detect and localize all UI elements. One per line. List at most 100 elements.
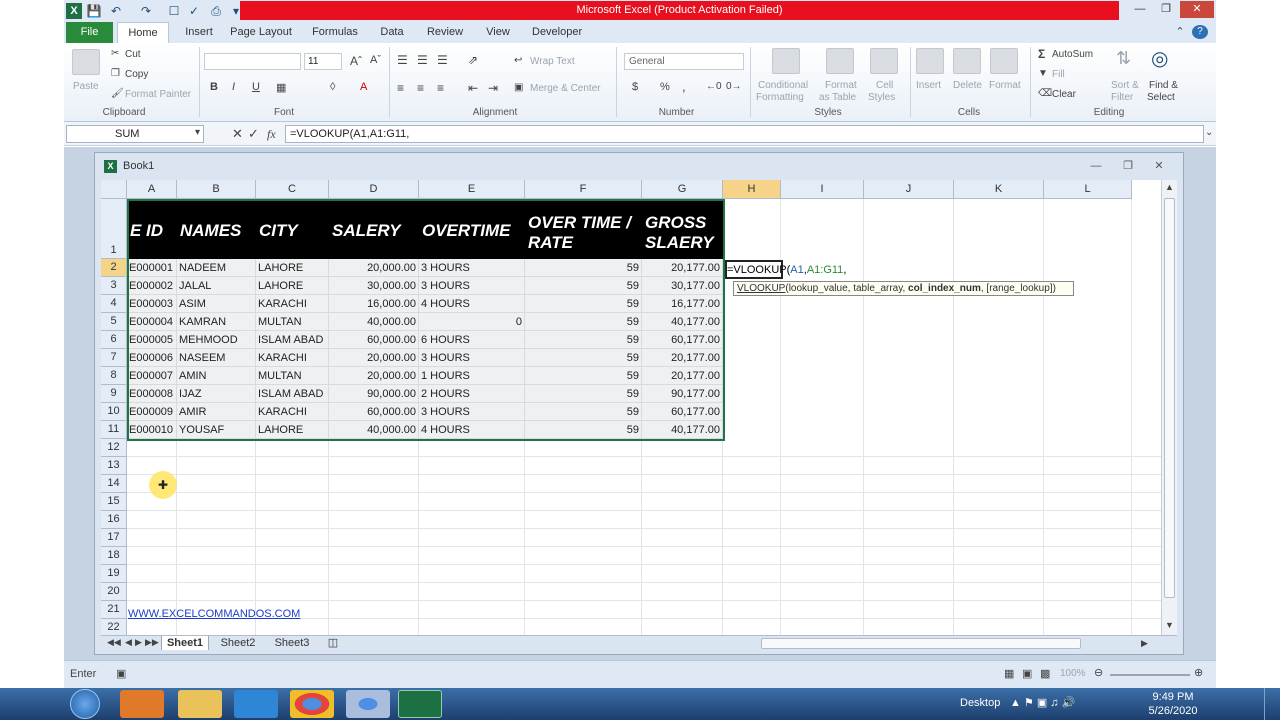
- table-cell[interactable]: 30,000.00: [329, 277, 419, 295]
- spelling-icon[interactable]: ✓: [186, 3, 202, 19]
- table-cell[interactable]: ISLAM ABAD: [256, 331, 329, 349]
- merge-center-button[interactable]: Merge & Center: [530, 83, 601, 94]
- page-layout-view-icon[interactable]: ▣: [1022, 667, 1032, 680]
- column-header-k[interactable]: K: [954, 180, 1044, 199]
- save-icon[interactable]: 💾: [86, 3, 102, 19]
- table-header-cell[interactable]: OVERTIME: [419, 199, 525, 259]
- table-cell[interactable]: 20,000.00: [329, 259, 419, 277]
- cut-button[interactable]: Cut: [125, 49, 141, 60]
- orientation-icon[interactable]: ⇗: [468, 53, 478, 67]
- table-cell[interactable]: JALAL: [177, 277, 256, 295]
- zoom-slider[interactable]: [1110, 674, 1190, 676]
- row-header-5[interactable]: 5: [101, 313, 127, 331]
- fill-color-icon[interactable]: ◊: [330, 81, 335, 93]
- internet-explorer-icon[interactable]: [234, 690, 278, 718]
- tab-file[interactable]: File: [66, 22, 113, 43]
- table-cell[interactable]: IJAZ: [177, 385, 256, 403]
- table-cell[interactable]: KARACHI: [256, 403, 329, 421]
- table-cell[interactable]: 20,177.00: [642, 367, 723, 385]
- minimize-icon[interactable]: —: [1128, 1, 1152, 18]
- grow-font-icon[interactable]: Aˆ: [350, 54, 362, 68]
- table-cell[interactable]: KARACHI: [256, 349, 329, 367]
- sheet-tab-sheet1[interactable]: Sheet1: [161, 636, 209, 650]
- insert-cells-icon[interactable]: [916, 48, 944, 74]
- row-header-20[interactable]: 20: [101, 583, 127, 601]
- table-cell[interactable]: 2 HOURS: [419, 385, 525, 403]
- font-name-select[interactable]: [204, 53, 301, 70]
- tab-insert[interactable]: Insert: [176, 22, 222, 43]
- expand-formula-icon[interactable]: ⌄: [1205, 127, 1213, 138]
- tab-formulas[interactable]: Formulas: [309, 22, 361, 43]
- row-header-21[interactable]: 21: [101, 601, 127, 619]
- print-preview-icon[interactable]: ⎙: [208, 3, 224, 19]
- increase-indent-icon[interactable]: ⇥: [488, 81, 498, 95]
- table-cell[interactable]: 20,000.00: [329, 349, 419, 367]
- table-cell[interactable]: 3 HOURS: [419, 403, 525, 421]
- formatting-label[interactable]: Formatting: [756, 92, 804, 103]
- help-icon[interactable]: ?: [1192, 25, 1208, 39]
- workbook-restore-icon[interactable]: ❐: [1119, 158, 1137, 174]
- table-cell[interactable]: KARACHI: [256, 295, 329, 313]
- row-header-6[interactable]: 6: [101, 331, 127, 349]
- table-cell[interactable]: 1 HOURS: [419, 367, 525, 385]
- table-cell[interactable]: 59: [525, 403, 642, 421]
- table-cell[interactable]: 59: [525, 277, 642, 295]
- table-cell[interactable]: AMIN: [177, 367, 256, 385]
- table-cell[interactable]: NASEEM: [177, 349, 256, 367]
- horizontal-scroll-thumb[interactable]: [761, 638, 1081, 649]
- borders-icon[interactable]: ▦: [276, 81, 286, 94]
- website-link[interactable]: WWW.EXCELCOMMANDOS.COM: [128, 605, 300, 623]
- italic-button[interactable]: I: [232, 81, 235, 93]
- table-cell[interactable]: 59: [525, 349, 642, 367]
- insert-cells-button[interactable]: Insert: [916, 80, 941, 91]
- formula-input[interactable]: =VLOOKUP(A1,A1:G11,: [285, 125, 1204, 143]
- name-box-dropdown-icon[interactable]: ▾: [195, 127, 200, 138]
- zoom-out-icon[interactable]: ⊖: [1094, 666, 1103, 679]
- table-cell[interactable]: LAHORE: [256, 277, 329, 295]
- align-right-icon[interactable]: ≡: [437, 81, 444, 95]
- wrap-text-button[interactable]: Wrap Text: [530, 56, 575, 67]
- row-header-15[interactable]: 15: [101, 493, 127, 511]
- table-cell[interactable]: 59: [525, 331, 642, 349]
- tray-icons[interactable]: ▲ ⚑ ▣ ♫ 🔊: [1010, 696, 1075, 709]
- row-header-16[interactable]: 16: [101, 511, 127, 529]
- normal-view-icon[interactable]: ▦: [1004, 667, 1014, 680]
- font-size-select[interactable]: 11: [304, 53, 342, 70]
- column-header-h[interactable]: H: [723, 180, 781, 199]
- column-header-b[interactable]: B: [177, 180, 256, 199]
- vertical-scrollbar[interactable]: ▲ ▼: [1161, 180, 1177, 635]
- tab-home[interactable]: Home: [117, 22, 169, 44]
- column-header-c[interactable]: C: [256, 180, 329, 199]
- table-cell[interactable]: E000007: [127, 367, 177, 385]
- close-icon[interactable]: ✕: [1180, 1, 1214, 18]
- table-cell[interactable]: NADEEM: [177, 259, 256, 277]
- autosum-button[interactable]: AutoSum: [1052, 49, 1093, 60]
- tooltip-function[interactable]: VLOOKUP: [737, 283, 785, 294]
- enter-icon[interactable]: ✓: [248, 126, 259, 142]
- decrease-decimal-icon[interactable]: 0→: [726, 81, 742, 92]
- table-cell[interactable]: 3 HOURS: [419, 349, 525, 367]
- scroll-right-icon[interactable]: ▶: [1141, 638, 1148, 649]
- row-header-7[interactable]: 7: [101, 349, 127, 367]
- table-cell[interactable]: 59: [525, 421, 642, 439]
- table-cell[interactable]: 20,177.00: [642, 349, 723, 367]
- table-cell[interactable]: 4 HOURS: [419, 295, 525, 313]
- table-cell[interactable]: 16,177.00: [642, 295, 723, 313]
- table-cell[interactable]: 3 HOURS: [419, 277, 525, 295]
- column-header-f[interactable]: F: [525, 180, 642, 199]
- column-header-g[interactable]: G: [642, 180, 723, 199]
- paste-button[interactable]: Paste: [73, 81, 99, 92]
- table-cell[interactable]: E000005: [127, 331, 177, 349]
- zoom-level[interactable]: 100%: [1060, 668, 1086, 679]
- row-header-19[interactable]: 19: [101, 565, 127, 583]
- table-cell[interactable]: LAHORE: [256, 259, 329, 277]
- table-cell[interactable]: 16,000.00: [329, 295, 419, 313]
- paste-icon[interactable]: [72, 49, 100, 75]
- row-header-12[interactable]: 12: [101, 439, 127, 457]
- table-cell[interactable]: 90,177.00: [642, 385, 723, 403]
- last-sheet-icon[interactable]: ▶▶: [145, 637, 159, 648]
- table-cell[interactable]: E000004: [127, 313, 177, 331]
- next-sheet-icon[interactable]: ▶: [135, 637, 142, 648]
- format-as-label[interactable]: Format: [825, 80, 857, 91]
- align-bottom-icon[interactable]: ☰: [437, 53, 448, 67]
